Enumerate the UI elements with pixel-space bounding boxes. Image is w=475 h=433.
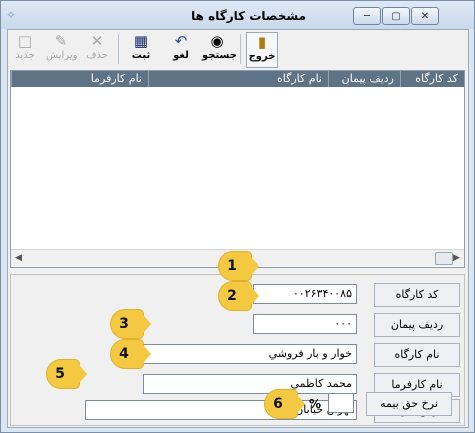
- toolbar-separator: [240, 34, 241, 64]
- close-icon: ✕: [420, 10, 430, 22]
- callout-5: 5: [47, 360, 87, 388]
- grid-header: کد کارگاه ردیف پیمان نام کارگاه نام کارف…: [11, 71, 464, 87]
- maximize-button[interactable]: ▢: [382, 7, 410, 25]
- toolbar: ▮ خروج ◉ جستجو ↶ لغو ▦ ثبت ✕ حذف ✎ ویرای…: [8, 30, 468, 68]
- search-label: جستجو: [202, 50, 237, 61]
- new-document-icon: □: [17, 32, 33, 50]
- callout-number: 4: [119, 346, 129, 362]
- edit-button[interactable]: ✎ ویرایش: [46, 32, 78, 66]
- minimize-icon: ─: [363, 10, 371, 22]
- title-bar: ⟡ مشخصات کارگاه ها ✕ ▢ ─: [1, 1, 474, 29]
- records-grid[interactable]: کد کارگاه ردیف پیمان نام کارگاه نام کارف…: [10, 70, 465, 268]
- rate-label: نرخ حق بیمه: [366, 392, 452, 416]
- exit-door-icon: ▮: [257, 33, 267, 51]
- callout-number: 6: [273, 396, 283, 412]
- main-window: ⟡ مشخصات کارگاه ها ✕ ▢ ─ ▮ خروج ◉ جستجو …: [0, 0, 475, 433]
- app-corner-icon: ⟡: [7, 7, 15, 21]
- scroll-left-icon[interactable]: ◀: [15, 253, 22, 263]
- exit-button[interactable]: ▮ خروج: [246, 32, 278, 68]
- callout-arrow: [247, 282, 259, 310]
- binoculars-icon: ◉: [210, 32, 224, 50]
- minimize-button[interactable]: ─: [353, 7, 381, 25]
- code-label: کد کارگاه: [374, 283, 460, 307]
- callout-number: 1: [227, 258, 237, 274]
- callout-number: 3: [119, 316, 129, 332]
- undo-icon: ↶: [174, 32, 188, 50]
- exit-label: خروج: [248, 51, 276, 62]
- column-header-code[interactable]: کد کارگاه: [400, 71, 464, 87]
- scroll-right-icon[interactable]: ▶: [453, 253, 460, 263]
- name-field[interactable]: خوار و بار فروشي: [143, 344, 357, 364]
- window-title: مشخصات کارگاه ها: [191, 9, 306, 23]
- new-button[interactable]: □ جدید: [10, 32, 40, 66]
- column-header-contract[interactable]: ردیف پیمان: [328, 71, 400, 87]
- column-header-employer[interactable]: نام کارفرما: [11, 71, 148, 87]
- delete-button[interactable]: ✕ حذف: [82, 32, 112, 66]
- column-header-name[interactable]: نام کارگاه: [148, 71, 328, 87]
- delete-label: حذف: [86, 50, 108, 61]
- name-label: نام کارگاه: [374, 343, 460, 367]
- cancel-button[interactable]: ↶ لغو: [166, 32, 196, 66]
- save-button[interactable]: ▦ ثبت: [126, 32, 156, 66]
- code-field[interactable]: ۰۰۲۶۳۴۰۰۸۵: [253, 284, 357, 304]
- maximize-icon: ▢: [391, 10, 401, 22]
- contract-label: ردیف پیمان: [374, 313, 460, 337]
- callout-arrow: [247, 252, 259, 280]
- percent-sign: %: [309, 397, 322, 411]
- callout-arrow: [293, 390, 305, 418]
- edit-pencil-icon: ✎: [54, 32, 68, 50]
- edit-label: ویرایش: [46, 50, 78, 61]
- callout-2: 2: [219, 282, 259, 310]
- rate-field[interactable]: [328, 393, 354, 413]
- callout-arrow: [75, 360, 87, 388]
- callout-6: 6: [265, 390, 305, 418]
- new-label: جدید: [15, 50, 35, 61]
- floppy-disk-icon: ▦: [133, 32, 149, 50]
- callout-arrow: [139, 340, 151, 368]
- save-label: ثبت: [131, 50, 151, 61]
- callout-4: 4: [111, 340, 151, 368]
- callout-1: 1: [219, 252, 259, 280]
- callout-3: 3: [111, 310, 151, 338]
- employer-field[interactable]: محمد کاظمي: [143, 374, 357, 394]
- search-button[interactable]: ◉ جستجو: [202, 32, 237, 66]
- delete-x-icon: ✕: [90, 32, 104, 50]
- toolbar-separator: [118, 34, 119, 64]
- scroll-thumb[interactable]: [435, 252, 453, 265]
- callout-number: 2: [227, 288, 237, 304]
- cancel-label: لغو: [173, 50, 189, 61]
- close-button[interactable]: ✕: [411, 7, 439, 25]
- contract-field[interactable]: ۰۰۰: [253, 314, 357, 334]
- callout-number: 5: [55, 366, 65, 382]
- callout-arrow: [139, 310, 151, 338]
